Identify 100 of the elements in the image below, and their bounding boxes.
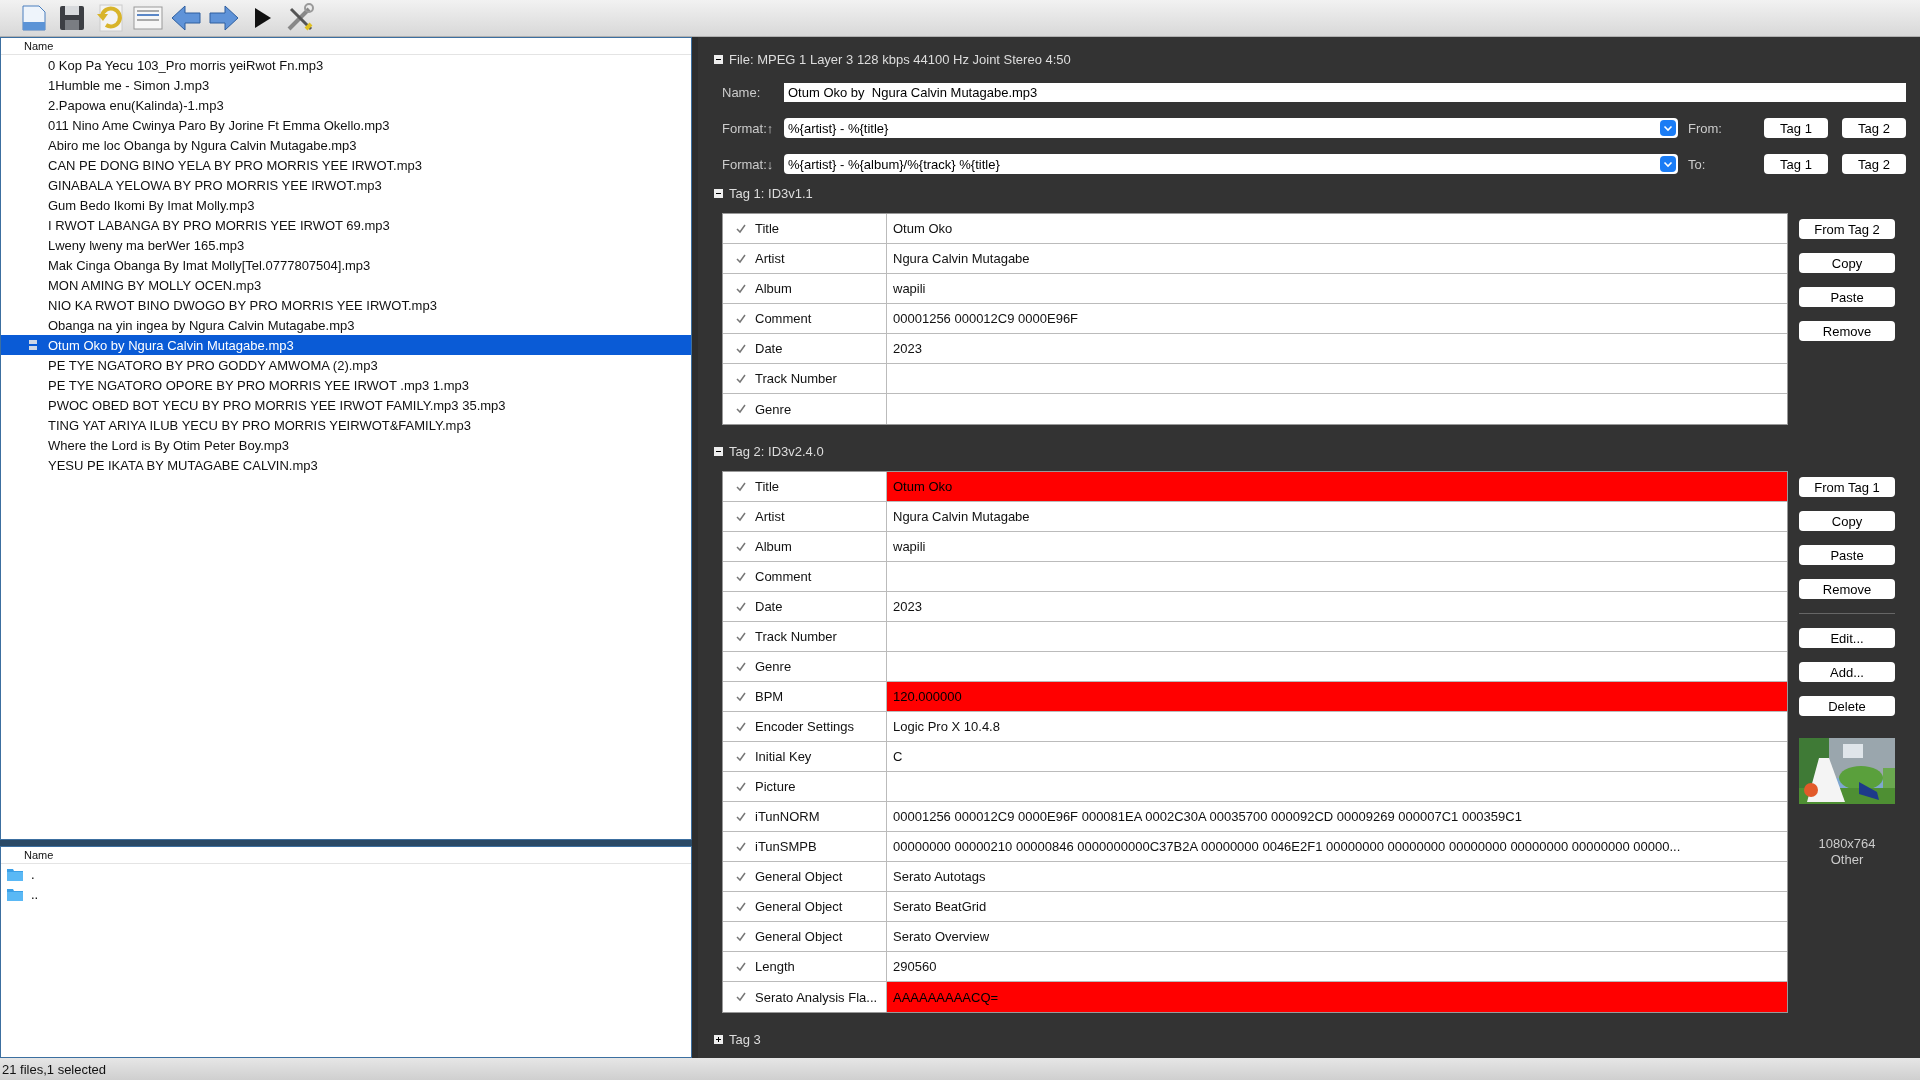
name-field[interactable]: Otum Oko by Ngura Calvin Mutagabe.mp3 — [784, 82, 1906, 102]
tag-button[interactable]: Paste — [1799, 287, 1895, 307]
field-label: Format:↑ — [722, 120, 775, 136]
column-header[interactable]: Name — [1, 847, 691, 864]
checkbox[interactable] — [735, 960, 747, 973]
tag-button[interactable]: Copy — [1799, 253, 1895, 273]
checkbox[interactable] — [735, 840, 747, 853]
collapse-icon[interactable] — [714, 188, 723, 198]
field-value[interactable]: wapili — [887, 532, 1787, 561]
file-row[interactable]: PE TYE NGATORO BY PRO GODDY AMWOMA (2).mp3 — [1, 355, 691, 375]
field-value[interactable]: wapili — [887, 274, 1787, 303]
expand-icon[interactable] — [714, 1034, 723, 1044]
tag-button[interactable]: Remove — [1799, 579, 1895, 599]
checkbox[interactable] — [735, 252, 747, 265]
checkbox[interactable] — [735, 660, 747, 673]
field-name: Genre — [755, 401, 792, 417]
field-value[interactable]: Serato Overview — [887, 922, 1787, 951]
tag-button[interactable]: Paste — [1799, 545, 1895, 565]
collapse-icon[interactable] — [714, 54, 723, 64]
field-value[interactable]: AAAAAAAAACQ= — [887, 982, 1787, 1012]
file-row[interactable]: GINABALA YELOWA BY PRO MORRIS YEE IRWOT.mp3 — [1, 175, 691, 195]
format-combo[interactable]: %{artist} - %{title} — [784, 118, 1678, 138]
checkbox[interactable] — [735, 900, 747, 913]
field-value[interactable]: Serato BeatGrid — [887, 892, 1787, 921]
checkbox[interactable] — [735, 630, 747, 643]
field-value[interactable]: 00001256 000012C9 0000E96F — [887, 304, 1787, 333]
tag-button[interactable]: From Tag 2 — [1799, 219, 1895, 239]
checkbox[interactable] — [735, 870, 747, 883]
checkbox[interactable] — [735, 282, 747, 295]
file-row[interactable]: 2.Papowa enu(Kalinda)-1.mp3 — [1, 95, 691, 115]
field-value[interactable]: Ngura Calvin Mutagabe — [887, 244, 1787, 273]
field-value[interactable]: Ngura Calvin Mutagabe — [887, 502, 1787, 531]
checkbox[interactable] — [735, 720, 747, 733]
file-row[interactable]: Obanga na yin ingea by Ngura Calvin Mutagabe.mp3 — [1, 315, 691, 335]
file-row[interactable]: Otum Oko by Ngura Calvin Mutagabe.mp3 — [1, 335, 691, 355]
field-name: Comment — [755, 311, 812, 326]
checkbox[interactable] — [735, 930, 747, 943]
checkbox[interactable] — [735, 690, 747, 703]
chevron-icon[interactable] — [1660, 120, 1676, 136]
tag-button[interactable]: Tag 1 — [1764, 154, 1828, 174]
checkbox[interactable] — [735, 372, 747, 385]
field-value[interactable]: 00000000 00000210 00000846 0000000000C37B2A 00000000 0046E2F1 00000000 00000000 00000000 00000000 00000000 00000... — [887, 832, 1787, 861]
file-row[interactable]: YESU PE IKATA BY MUTAGABE CALVIN.mp3 — [1, 455, 691, 475]
field-value[interactable]: Logic Pro X 10.4.8 — [887, 712, 1787, 741]
checkbox[interactable] — [735, 780, 747, 793]
checkbox[interactable] — [735, 750, 747, 763]
column-header[interactable]: Name — [1, 38, 691, 55]
file-row[interactable]: 0 Kop Pa Yecu 103_Pro morris yeiRwot Fn.mp3 — [1, 55, 691, 75]
frame-button[interactable]: Delete — [1799, 696, 1895, 716]
field-value[interactable]: Otum Oko — [887, 472, 1787, 501]
file-row[interactable]: PWOC OBED BOT YECU BY PRO MORRIS YEE IRWOT FAMILY.mp3 35.mp3 — [1, 395, 691, 415]
file-row[interactable]: TING YAT ARIYA ILUB YECU BY PRO MORRIS YEIRWOT&FAMILY.mp3 — [1, 415, 691, 435]
field-value[interactable]: Otum Oko — [887, 214, 1787, 243]
collapse-icon[interactable] — [714, 446, 723, 456]
checkbox[interactable] — [735, 222, 747, 235]
checkbox[interactable] — [735, 810, 747, 823]
file-row[interactable]: 1Humble me - Simon J.mp3 — [1, 75, 691, 95]
checkbox[interactable] — [735, 312, 747, 325]
frame-button[interactable]: Add... — [1799, 662, 1895, 682]
checkbox[interactable] — [735, 991, 747, 1003]
field-value[interactable]: C — [887, 742, 1787, 771]
file-row[interactable]: PE TYE NGATORO OPORE BY PRO MORRIS YEE IRWOT .mp3 1.mp3 — [1, 375, 691, 395]
frame-button[interactable]: Edit... — [1799, 628, 1895, 648]
tag-button[interactable]: Tag 2 — [1842, 118, 1906, 138]
field-value[interactable]: 290560 — [887, 952, 1787, 981]
file-row[interactable]: Gum Bedo Ikomi By Imat Molly.mp3 — [1, 195, 691, 215]
folder-name[interactable]: . — [31, 866, 35, 882]
tag-button[interactable]: Remove — [1799, 321, 1895, 341]
tag-button[interactable]: Tag 1 — [1764, 118, 1828, 138]
checkbox[interactable] — [735, 480, 747, 493]
file-info: File: MPEG 1 Layer 3 128 kbps 44100 Hz Joint Stereo 4:50 — [729, 51, 1071, 67]
back-arrow-icon[interactable] — [170, 2, 202, 34]
folder-name[interactable]: .. — [31, 886, 39, 902]
checkbox[interactable] — [735, 510, 747, 523]
format-combo[interactable]: %{artist} - %{album}/%{track} %{title} — [784, 154, 1678, 174]
field-value[interactable]: 2023 — [887, 334, 1787, 363]
tag-button[interactable]: Tag 2 — [1842, 154, 1906, 174]
file-row[interactable]: I RWOT LABANGA BY PRO MORRIS YEE IRWOT 69.mp3 — [1, 215, 691, 235]
forward-arrow-icon[interactable] — [208, 2, 240, 34]
checkbox[interactable] — [735, 342, 747, 355]
tag-button[interactable]: Copy — [1799, 511, 1895, 531]
checkbox[interactable] — [735, 600, 747, 613]
field-value[interactable]: 00001256 000012C9 0000E96F 000081EA 0002C30A 00035700 000092CD 00009269 000007C1 000359C1 — [887, 802, 1787, 831]
file-row[interactable]: Mak Cinga Obanga By Imat Molly[Tel.0777807504].mp3 — [1, 255, 691, 275]
checkbox[interactable] — [735, 403, 747, 415]
file-row[interactable]: MON AMING BY MOLLY OCEN.mp3 — [1, 275, 691, 295]
checkbox[interactable] — [735, 570, 747, 583]
field-value[interactable]: Serato Autotags — [887, 862, 1787, 891]
file-row[interactable]: Where the Lord is By Otim Peter Boy.mp3 — [1, 435, 691, 455]
checkbox[interactable] — [735, 540, 747, 553]
field-value[interactable]: 2023 — [887, 592, 1787, 621]
file-row[interactable]: Abiro me loc Obanga by Ngura Calvin Mutagabe.mp3 — [1, 135, 691, 155]
file-row[interactable]: CAN PE DONG BINO YELA BY PRO MORRIS YEE IRWOT.mp3 — [1, 155, 691, 175]
chevron-icon[interactable] — [1660, 156, 1676, 172]
file-row[interactable]: Lweny lweny ma berWer 165.mp3 — [1, 235, 691, 255]
field-value[interactable]: 120.000000 — [887, 682, 1787, 711]
tag-button[interactable]: From Tag 1 — [1799, 477, 1895, 497]
file-row[interactable]: 011 Nino Ame Cwinya Paro By Jorine Ft Emma Okello.mp3 — [1, 115, 691, 135]
file-row[interactable]: NIO KA RWOT BINO DWOGO BY PRO MORRIS YEE IRWOT.mp3 — [1, 295, 691, 315]
field-name: Date — [755, 341, 783, 356]
